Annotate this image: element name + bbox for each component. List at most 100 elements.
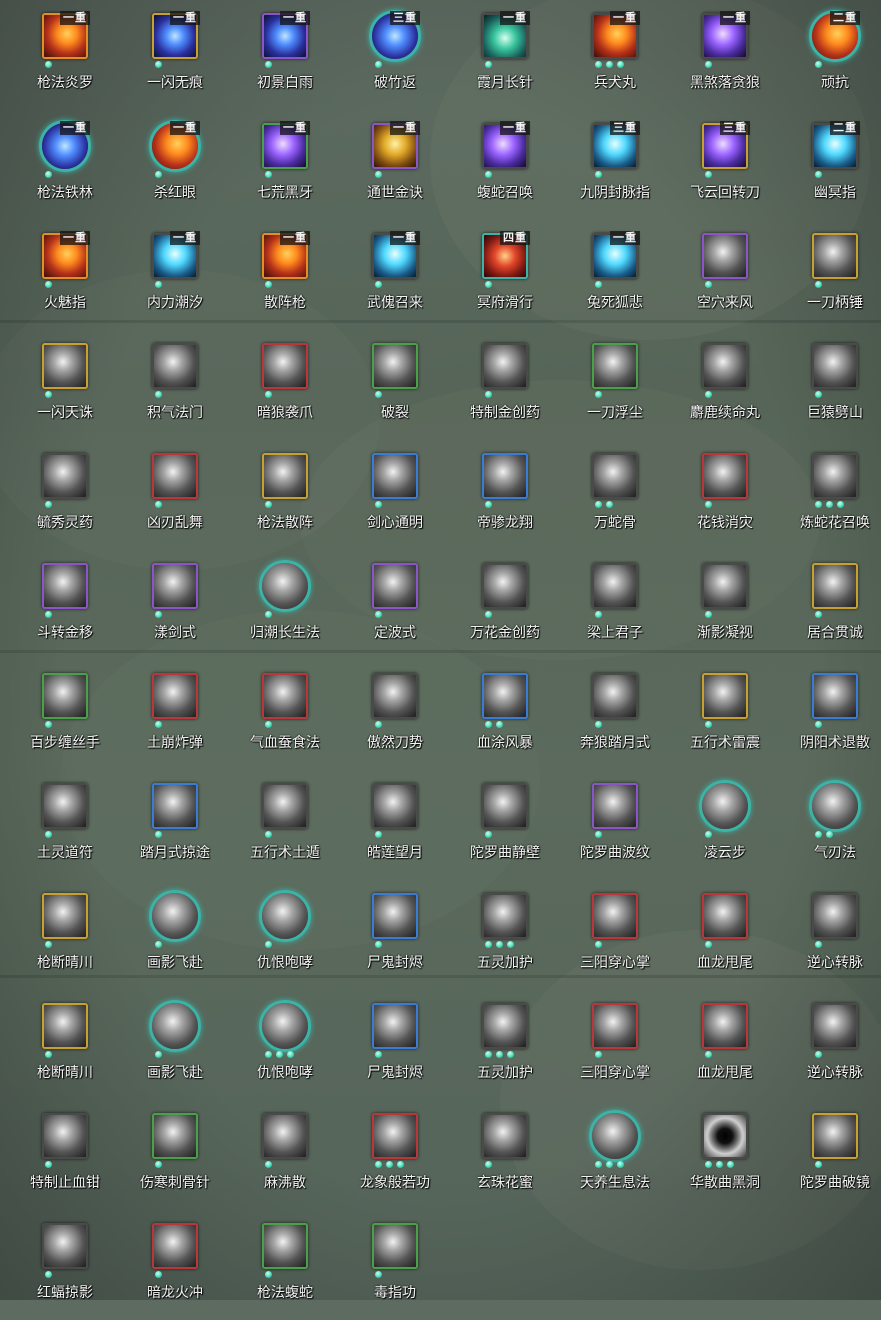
skill-slot[interactable]: 龙象般若功 <box>337 1100 447 1210</box>
skill-icon[interactable] <box>372 1113 418 1159</box>
skill-icon[interactable] <box>259 560 311 612</box>
skill-slot[interactable]: 土灵道符 <box>7 770 117 880</box>
skill-icon[interactable] <box>702 233 748 279</box>
skill-icon[interactable] <box>592 783 638 829</box>
skill-icon[interactable] <box>152 1223 198 1269</box>
skill-icon[interactable] <box>592 343 638 389</box>
skill-icon[interactable] <box>702 893 748 939</box>
skill-slot[interactable]: 踏月式掠途 <box>117 770 227 880</box>
skill-slot[interactable]: 巨猿劈山 <box>777 330 881 440</box>
skill-slot[interactable]: 暗狼袭爪 <box>227 330 337 440</box>
skill-slot[interactable]: 逆心转脉 <box>777 880 881 990</box>
skill-icon[interactable] <box>42 783 88 829</box>
skill-slot[interactable]: 一重 兵犬丸 <box>557 0 667 110</box>
skill-slot[interactable]: 一重 武傀召来 <box>337 220 447 330</box>
skill-icon[interactable] <box>152 783 198 829</box>
skill-slot[interactable]: 五行术雷震 <box>667 660 777 770</box>
skill-icon[interactable] <box>42 893 88 939</box>
skill-slot[interactable]: 伤寒刺骨针 <box>117 1100 227 1210</box>
skill-icon[interactable] <box>482 1003 528 1049</box>
skill-slot[interactable]: 傲然刀势 <box>337 660 447 770</box>
skill-slot[interactable]: 麻沸散 <box>227 1100 337 1210</box>
skill-slot[interactable]: 暗龙火冲 <box>117 1210 227 1320</box>
skill-icon[interactable] <box>702 1003 748 1049</box>
skill-slot[interactable]: 天养生息法 <box>557 1100 667 1210</box>
skill-slot[interactable]: 剑心通明 <box>337 440 447 550</box>
skill-slot[interactable]: 居合贯诚 <box>777 550 881 660</box>
skill-slot[interactable]: 画影飞赴 <box>117 880 227 990</box>
skill-slot[interactable]: 血涂风暴 <box>447 660 557 770</box>
skill-icon[interactable] <box>262 453 308 499</box>
skill-slot[interactable]: 一重 杀红眼 <box>117 110 227 220</box>
skill-slot[interactable]: 血龙甩尾 <box>667 990 777 1100</box>
skill-slot[interactable]: 特制止血钳 <box>7 1100 117 1210</box>
skill-icon[interactable] <box>482 343 528 389</box>
skill-slot[interactable]: 四重 冥府滑行 <box>447 220 557 330</box>
skill-slot[interactable]: 毓秀灵药 <box>7 440 117 550</box>
skill-icon[interactable] <box>702 1113 748 1159</box>
skill-slot[interactable]: 五行术土遁 <box>227 770 337 880</box>
skill-slot[interactable]: 仇恨咆哮 <box>227 990 337 1100</box>
skill-slot[interactable]: 一重 通世金诀 <box>337 110 447 220</box>
skill-slot[interactable]: 一重 蝮蛇召唤 <box>447 110 557 220</box>
skill-slot[interactable]: 陀罗曲静壁 <box>447 770 557 880</box>
skill-icon[interactable] <box>482 453 528 499</box>
skill-icon[interactable] <box>42 1223 88 1269</box>
skill-slot[interactable]: 奔狼踏月式 <box>557 660 667 770</box>
skill-slot[interactable]: 血龙甩尾 <box>667 880 777 990</box>
skill-slot[interactable]: 漾剑式 <box>117 550 227 660</box>
skill-slot[interactable]: 凌云步 <box>667 770 777 880</box>
skill-icon[interactable] <box>812 453 858 499</box>
skill-slot[interactable]: 陀罗曲波纹 <box>557 770 667 880</box>
skill-icon[interactable] <box>482 783 528 829</box>
skill-slot[interactable]: 枪法散阵 <box>227 440 337 550</box>
skill-icon[interactable] <box>589 1110 641 1162</box>
skill-icon[interactable] <box>42 1113 88 1159</box>
skill-slot[interactable]: 气血蚕食法 <box>227 660 337 770</box>
skill-icon[interactable] <box>259 1000 311 1052</box>
skill-slot[interactable]: 渐影凝视 <box>667 550 777 660</box>
skill-slot[interactable]: 五灵加护 <box>447 990 557 1100</box>
skill-slot[interactable]: 二重 顽抗 <box>777 0 881 110</box>
skill-icon[interactable] <box>592 1003 638 1049</box>
skill-icon[interactable] <box>42 1003 88 1049</box>
skill-slot[interactable]: 破裂 <box>337 330 447 440</box>
skill-icon[interactable] <box>42 453 88 499</box>
skill-icon[interactable] <box>702 453 748 499</box>
skill-slot[interactable]: 凶刃乱舞 <box>117 440 227 550</box>
skill-slot[interactable]: 尸鬼封烬 <box>337 990 447 1100</box>
skill-slot[interactable]: 一重 七荒黑牙 <box>227 110 337 220</box>
skill-slot[interactable]: 一重 初景白雨 <box>227 0 337 110</box>
skill-slot[interactable]: 枪法蝮蛇 <box>227 1210 337 1320</box>
skill-slot[interactable]: 一重 黑煞落贪狼 <box>667 0 777 110</box>
skill-slot[interactable]: 空穴来风 <box>667 220 777 330</box>
skill-slot[interactable]: 画影飞赴 <box>117 990 227 1100</box>
skill-slot[interactable]: 红蝠掠影 <box>7 1210 117 1320</box>
skill-slot[interactable]: 三重 飞云回转刀 <box>667 110 777 220</box>
skill-icon[interactable] <box>372 343 418 389</box>
skill-icon[interactable] <box>592 673 638 719</box>
skill-slot[interactable]: 尸鬼封烬 <box>337 880 447 990</box>
skill-slot[interactable]: 特制金创药 <box>447 330 557 440</box>
skill-icon[interactable] <box>592 893 638 939</box>
skill-icon[interactable] <box>152 453 198 499</box>
skill-icon[interactable] <box>152 673 198 719</box>
skill-icon[interactable] <box>809 780 861 832</box>
skill-icon[interactable] <box>702 563 748 609</box>
skill-slot[interactable]: 万蛇骨 <box>557 440 667 550</box>
skill-slot[interactable]: 枪断晴川 <box>7 880 117 990</box>
skill-slot[interactable]: 一重 兔死狐悲 <box>557 220 667 330</box>
skill-slot[interactable]: 华散曲黑洞 <box>667 1100 777 1210</box>
skill-slot[interactable]: 二重 幽冥指 <box>777 110 881 220</box>
skill-icon[interactable] <box>262 783 308 829</box>
skill-icon[interactable] <box>259 890 311 942</box>
skill-slot[interactable]: 三重 九阴封脉指 <box>557 110 667 220</box>
skill-slot[interactable]: 一刀柄锤 <box>777 220 881 330</box>
skill-icon[interactable] <box>592 563 638 609</box>
skill-icon[interactable] <box>262 673 308 719</box>
skill-icon[interactable] <box>262 343 308 389</box>
skill-slot[interactable]: 气刃法 <box>777 770 881 880</box>
skill-icon[interactable] <box>372 453 418 499</box>
skill-icon[interactable] <box>149 890 201 942</box>
skill-icon[interactable] <box>152 563 198 609</box>
